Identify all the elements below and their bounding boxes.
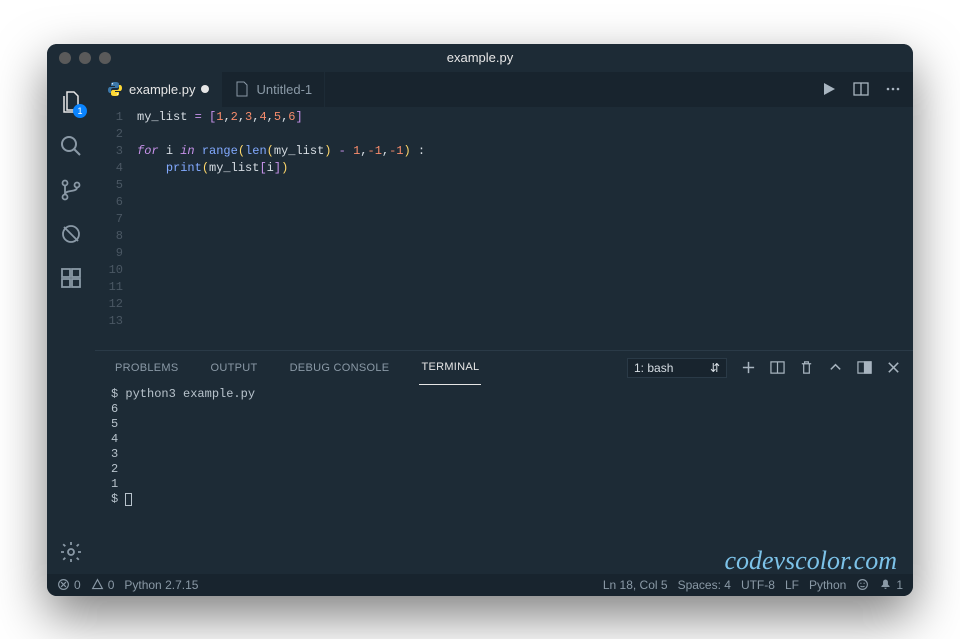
python-icon bbox=[107, 81, 123, 97]
status-errors[interactable]: 0 bbox=[57, 578, 81, 592]
main-area: example.py Untitled-1 12345678910111213 bbox=[95, 72, 913, 574]
status-encoding[interactable]: UTF-8 bbox=[741, 578, 775, 592]
status-lang[interactable]: Python bbox=[809, 578, 846, 592]
status-bar: 0 0 Python 2.7.15 Ln 18, Col 5 Spaces: 4… bbox=[47, 574, 913, 596]
tab-example-py[interactable]: example.py bbox=[95, 72, 222, 107]
terminal-prompt: $ bbox=[111, 492, 897, 507]
split-terminal-icon[interactable] bbox=[770, 360, 785, 375]
plus-icon[interactable] bbox=[741, 360, 756, 375]
extensions-icon bbox=[59, 266, 83, 290]
status-lncol[interactable]: Ln 18, Col 5 bbox=[603, 578, 668, 592]
titlebar: example.py bbox=[47, 44, 913, 72]
traffic-lights bbox=[47, 52, 111, 64]
editor-actions bbox=[821, 72, 913, 107]
code-content: my_list = [1,2,3,4,5,6] for i in range(l… bbox=[137, 107, 425, 350]
terminal-line: $ python3 example.py bbox=[111, 387, 897, 402]
chevron-updown-icon: ⇵ bbox=[710, 361, 720, 375]
smiley-icon bbox=[856, 578, 869, 591]
panel-tabs: PROBLEMS OUTPUT DEBUG CONSOLE TERMINAL 1… bbox=[95, 351, 913, 385]
run-icon[interactable] bbox=[821, 81, 837, 97]
status-warnings[interactable]: 0 bbox=[91, 578, 115, 592]
bottom-panel: PROBLEMS OUTPUT DEBUG CONSOLE TERMINAL 1… bbox=[95, 350, 913, 574]
status-feedback[interactable] bbox=[856, 578, 869, 591]
minimize-window-button[interactable] bbox=[79, 52, 91, 64]
modified-indicator bbox=[201, 85, 209, 93]
close-icon[interactable] bbox=[886, 360, 901, 375]
tab-label: example.py bbox=[129, 82, 195, 97]
watermark: codevscolor.com bbox=[724, 553, 897, 568]
terminal-select[interactable]: 1: bash ⇵ bbox=[627, 358, 727, 378]
line-gutter: 12345678910111213 bbox=[95, 107, 137, 350]
panel-tab-terminal[interactable]: TERMINAL bbox=[419, 351, 481, 385]
chevron-up-icon[interactable] bbox=[828, 360, 843, 375]
debug-tab[interactable] bbox=[47, 212, 95, 256]
cursor-icon bbox=[125, 493, 132, 506]
code-editor[interactable]: 12345678910111213 my_list = [1,2,3,4,5,6… bbox=[95, 107, 913, 350]
minimap[interactable] bbox=[855, 107, 913, 350]
split-icon[interactable] bbox=[853, 81, 869, 97]
vscode-window: example.py 1 bbox=[47, 44, 913, 596]
terminal-line: 1 bbox=[111, 477, 897, 492]
panel-tab-debug[interactable]: DEBUG CONSOLE bbox=[288, 351, 392, 385]
bell-icon bbox=[879, 578, 892, 591]
status-spaces[interactable]: Spaces: 4 bbox=[678, 578, 731, 592]
extensions-tab[interactable] bbox=[47, 256, 95, 300]
window-title: example.py bbox=[447, 50, 513, 65]
panel-tab-output[interactable]: OUTPUT bbox=[209, 351, 260, 385]
trash-icon[interactable] bbox=[799, 360, 814, 375]
terminal-line: 3 bbox=[111, 447, 897, 462]
terminal-line: 5 bbox=[111, 417, 897, 432]
explorer-tab[interactable]: 1 bbox=[47, 80, 95, 124]
tab-label: Untitled-1 bbox=[256, 82, 312, 97]
bug-icon bbox=[59, 222, 83, 246]
more-icon[interactable] bbox=[885, 81, 901, 97]
terminal-line: 4 bbox=[111, 432, 897, 447]
status-eol[interactable]: LF bbox=[785, 578, 799, 592]
branch-icon bbox=[59, 178, 83, 202]
close-window-button[interactable] bbox=[59, 52, 71, 64]
explorer-badge: 1 bbox=[73, 104, 87, 118]
search-icon bbox=[59, 134, 83, 158]
terminal[interactable]: $ python3 example.py 6 5 4 3 2 1 $ codev… bbox=[95, 385, 913, 574]
terminal-line: 2 bbox=[111, 462, 897, 477]
status-python-version[interactable]: Python 2.7.15 bbox=[124, 578, 198, 592]
terminal-line: 6 bbox=[111, 402, 897, 417]
error-icon bbox=[57, 578, 70, 591]
source-control-tab[interactable] bbox=[47, 168, 95, 212]
panel-tab-problems[interactable]: PROBLEMS bbox=[113, 351, 181, 385]
file-icon bbox=[234, 81, 250, 97]
search-tab[interactable] bbox=[47, 124, 95, 168]
activity-bar: 1 bbox=[47, 72, 95, 574]
maximize-window-button[interactable] bbox=[99, 52, 111, 64]
tab-untitled-1[interactable]: Untitled-1 bbox=[222, 72, 325, 107]
editor-tabs: example.py Untitled-1 bbox=[95, 72, 913, 107]
maximize-panel-icon[interactable] bbox=[857, 360, 872, 375]
gear-icon bbox=[59, 540, 83, 564]
settings-tab[interactable] bbox=[47, 530, 95, 574]
warning-icon bbox=[91, 578, 104, 591]
status-notifications[interactable]: 1 bbox=[879, 578, 903, 592]
